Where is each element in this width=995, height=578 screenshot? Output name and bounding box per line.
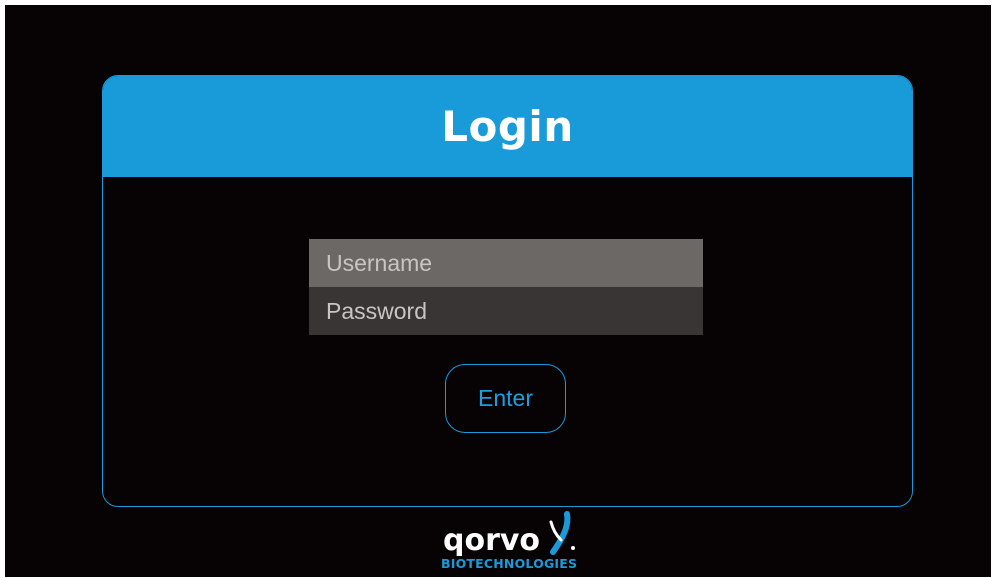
login-title: Login: [441, 101, 574, 151]
enter-button[interactable]: Enter: [445, 364, 566, 433]
login-header: Login: [103, 76, 912, 177]
qorvo-wordmark: qorvo: [443, 523, 540, 556]
password-input[interactable]: [309, 287, 703, 335]
brand-logo: qorvo BIOTECHNOLOGIES: [441, 510, 581, 574]
username-input[interactable]: [309, 239, 703, 287]
qorvo-logo: qorvo: [443, 511, 575, 556]
qorvo-dna-icon: [549, 511, 575, 555]
login-screen: Login Enter qorvo BIOTECHNOLOGIES: [5, 5, 991, 577]
login-card: Login Enter: [102, 75, 913, 507]
brand-subtitle: BIOTECHNOLOGIES: [441, 556, 578, 571]
